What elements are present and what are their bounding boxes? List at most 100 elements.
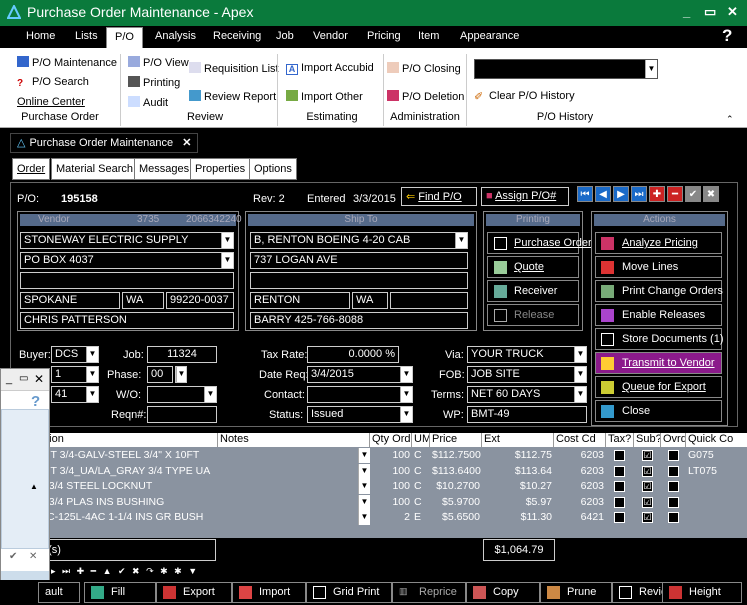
po-history-dropdown[interactable]: ▼ bbox=[474, 59, 658, 79]
ovrd-checkbox[interactable] bbox=[668, 512, 679, 523]
desc-cell[interactable]: 1 3/4 PLAS INS BUSHING bbox=[38, 495, 218, 510]
um-cell[interactable]: C bbox=[412, 479, 430, 494]
contact-field[interactable]: ▼ bbox=[307, 386, 413, 403]
reprice-button[interactable]: ▥ Reprice bbox=[392, 582, 466, 603]
ovrd-checkbox[interactable] bbox=[668, 465, 679, 477]
prune-button[interactable]: Prune bbox=[540, 582, 612, 603]
print-quote-button[interactable]: Quote bbox=[487, 256, 579, 278]
bg-minimize-icon[interactable]: _ bbox=[6, 373, 12, 385]
menu-vendor[interactable]: Vendor bbox=[313, 30, 348, 42]
cost-cell[interactable]: 6421 bbox=[554, 510, 606, 525]
import-accubid-button[interactable]: A Import Accubid bbox=[286, 62, 374, 75]
tax-checkbox[interactable] bbox=[614, 496, 625, 508]
ship-to-name-field[interactable]: B, RENTON BOEING 4-20 CAB ▼ bbox=[250, 232, 468, 249]
next-record-button[interactable]: ▶ bbox=[613, 186, 629, 202]
bg-x-icon[interactable]: ✕ bbox=[29, 551, 37, 562]
ext-cell[interactable]: $10.27 bbox=[482, 479, 554, 494]
collapse-ribbon-icon[interactable]: ⌃ bbox=[726, 114, 734, 125]
close-tab-icon[interactable]: ✕ bbox=[182, 137, 191, 149]
price-cell[interactable]: $112.7500 bbox=[430, 448, 482, 463]
tab-options[interactable]: Options bbox=[249, 158, 297, 180]
notes-cell[interactable]: ▼ bbox=[218, 479, 370, 494]
menu-pricing[interactable]: Pricing bbox=[367, 30, 401, 42]
add-record-button[interactable]: ✚ bbox=[649, 186, 665, 202]
minimize-button[interactable]: _ bbox=[683, 4, 690, 19]
quick-cell[interactable]: G075 bbox=[686, 448, 747, 463]
vendor-address2-field[interactable] bbox=[20, 272, 234, 289]
tab-order[interactable]: Order bbox=[12, 158, 51, 180]
close-button[interactable]: ✕ bbox=[727, 4, 738, 20]
cost-cell[interactable]: 6203 bbox=[554, 479, 606, 494]
first-record-button[interactable]: ⏮ bbox=[577, 186, 593, 202]
price-cell[interactable]: $5.6500 bbox=[430, 510, 482, 525]
um-cell[interactable]: C bbox=[412, 448, 430, 463]
ext-cell[interactable]: $5.97 bbox=[482, 495, 554, 510]
vendor-address1-field[interactable]: PO BOX 4037 ▼ bbox=[20, 252, 234, 269]
menu-job[interactable]: Job bbox=[276, 30, 294, 42]
ship-to-zip-field[interactable] bbox=[390, 292, 468, 309]
col-quick-code[interactable]: Quick Co bbox=[686, 433, 747, 447]
fill-button[interactable]: Fill bbox=[84, 582, 156, 603]
maximize-button[interactable]: ▭ bbox=[704, 4, 716, 20]
quick-cell[interactable] bbox=[686, 510, 747, 525]
tax-checkbox[interactable] bbox=[614, 450, 625, 461]
phase-field[interactable]: 00 bbox=[147, 366, 173, 383]
menu-analysis[interactable]: Analysis bbox=[155, 30, 196, 42]
menu-po[interactable]: P/O bbox=[106, 27, 143, 48]
job-field[interactable]: 11324 bbox=[147, 346, 217, 363]
menu-home[interactable]: Home bbox=[26, 30, 55, 42]
notes-cell[interactable]: ▼ bbox=[218, 510, 370, 525]
bg-check-icon[interactable]: ✔ bbox=[9, 551, 17, 562]
po-deletion-button[interactable]: P/O Deletion bbox=[387, 90, 464, 103]
review-report-button[interactable]: Review Report bbox=[189, 90, 276, 103]
tax-checkbox[interactable] bbox=[614, 481, 625, 492]
tax-checkbox[interactable] bbox=[614, 465, 625, 477]
cancel-record-button[interactable]: ✖ bbox=[703, 186, 719, 202]
qty-cell[interactable]: 100 bbox=[370, 464, 412, 479]
col-price[interactable]: Price bbox=[430, 433, 482, 447]
col-cost-cd[interactable]: Cost Cd bbox=[554, 433, 606, 447]
prev-record-button[interactable]: ◀ bbox=[595, 186, 611, 202]
um-cell[interactable]: C bbox=[412, 495, 430, 510]
reqn-field[interactable] bbox=[147, 406, 217, 423]
last-record-button[interactable]: ⏭ bbox=[631, 186, 647, 202]
tax-rate-field[interactable]: 0.0000 % bbox=[307, 346, 399, 363]
default-button[interactable]: ault bbox=[38, 582, 80, 603]
col-ovrd[interactable]: Ovrd bbox=[661, 433, 686, 447]
ext-cell[interactable]: $113.64 bbox=[482, 464, 554, 479]
menu-lists[interactable]: Lists bbox=[75, 30, 98, 42]
save-record-button[interactable]: ✔ bbox=[685, 186, 701, 202]
desc-cell[interactable]: 2 3/4 STEEL LOCKNUT bbox=[38, 479, 218, 494]
printing-button[interactable]: Printing bbox=[128, 76, 180, 89]
qty-cell[interactable]: 2 bbox=[370, 510, 412, 525]
cost-cell[interactable]: 6203 bbox=[554, 495, 606, 510]
analyze-pricing-button[interactable]: Analyze Pricing bbox=[595, 232, 722, 254]
ship-to-city-field[interactable]: RENTON bbox=[250, 292, 350, 309]
col-um[interactable]: UM bbox=[412, 433, 430, 447]
tax-checkbox[interactable] bbox=[614, 512, 625, 523]
um-cell[interactable]: E bbox=[412, 510, 430, 525]
enable-releases-button[interactable]: Enable Releases bbox=[595, 304, 722, 326]
doc-tab-po-maintenance[interactable]: △ Purchase Order Maintenance ✕ bbox=[10, 133, 199, 153]
bg-close-icon[interactable]: ✕ bbox=[34, 372, 44, 386]
qty-cell[interactable]: 100 bbox=[370, 448, 412, 463]
ship-to-state-field[interactable]: WA bbox=[352, 292, 388, 309]
print-receiver-button[interactable]: Receiver bbox=[487, 280, 579, 302]
wp-field[interactable]: BMT-49 bbox=[467, 406, 587, 423]
audit-button[interactable]: Audit bbox=[128, 96, 168, 109]
menu-receiving[interactable]: Receiving bbox=[213, 30, 261, 42]
store-documents-button[interactable]: Store Documents (1) bbox=[595, 328, 723, 350]
vendor-state-field[interactable]: WA bbox=[122, 292, 164, 309]
desc-cell[interactable]: UIT 3/4_UA/LA_GRAY 3/4 TYPE UA bbox=[38, 464, 218, 479]
sub-checkbox[interactable]: ☑ bbox=[642, 465, 653, 477]
ovrd-checkbox[interactable] bbox=[668, 481, 679, 492]
delete-record-button[interactable]: ━ bbox=[667, 186, 683, 202]
phase-dropdown[interactable]: ▼ bbox=[175, 366, 187, 383]
col-ext[interactable]: Ext bbox=[482, 433, 554, 447]
tab-properties[interactable]: Properties bbox=[190, 158, 251, 180]
clear-po-history-button[interactable]: ✐ Clear P/O History bbox=[474, 90, 575, 103]
grid-navigator[interactable]: ▸ ▸ ⏭ ✚ ━ ▲ ✔ ✖ ↷ ✱ ✱ ▼ bbox=[40, 566, 199, 577]
cost-cell[interactable]: 6203 bbox=[554, 464, 606, 479]
buyer-field[interactable]: DCS ▼ bbox=[51, 346, 99, 363]
wo-field[interactable]: ▼ bbox=[147, 386, 217, 403]
